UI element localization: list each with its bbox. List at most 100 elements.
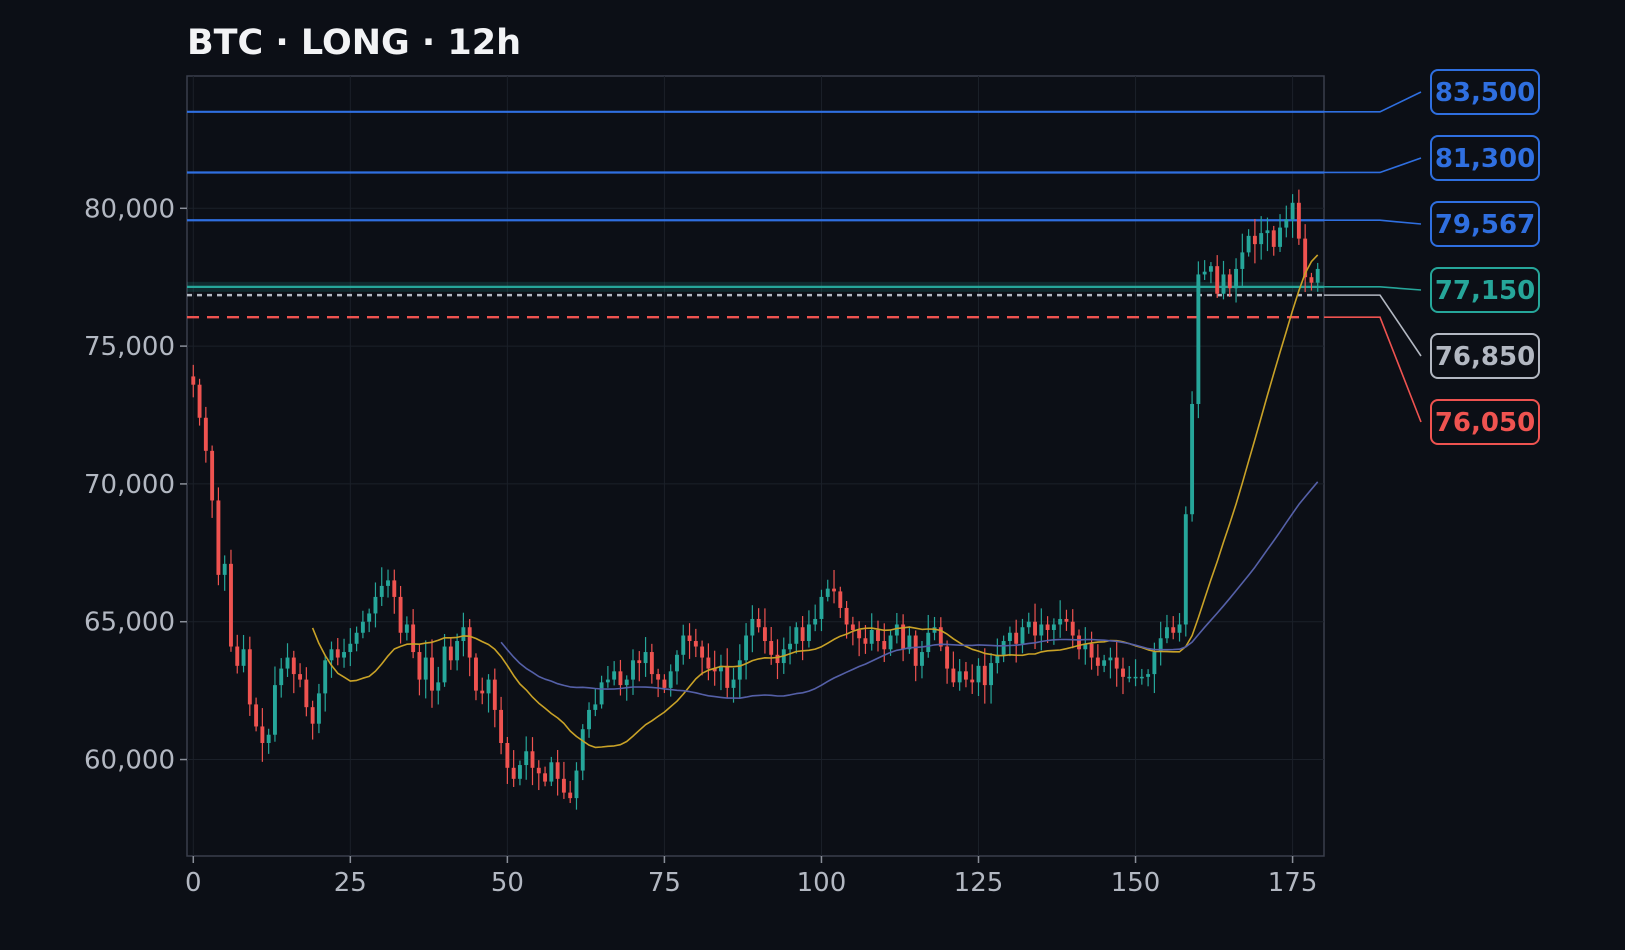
candle-body [882,641,887,650]
level-tag-label: 83,500 [1435,78,1535,108]
candle-body [260,726,265,743]
candle-body [354,632,359,644]
level-tag-label: 76,050 [1435,408,1535,438]
candle-body [894,624,899,636]
candle-body [819,596,824,619]
candle-body [1240,252,1245,269]
candle-body [348,643,353,653]
candle-body [1215,266,1220,294]
candle-body [668,671,673,688]
candle-body [624,679,629,686]
candle-body [580,729,585,771]
candle-body [1177,624,1182,633]
candle-body [1114,657,1119,669]
candle-body [587,709,591,730]
candle-body [1234,268,1239,289]
candle-body [524,751,529,766]
candle-body [191,376,196,385]
candle-body [455,641,460,661]
candle-body [1039,624,1044,636]
candle-body [1196,274,1201,404]
candle-body [492,679,497,710]
candle-body [863,638,868,644]
candle-body [436,682,441,691]
candle-body [291,657,296,675]
candle-body [1064,618,1069,622]
candle-body [241,649,246,666]
candle-body [222,563,227,575]
candle-body [599,682,604,705]
candle-body [825,588,830,597]
candle-body [1077,635,1081,650]
candle-body [197,384,202,418]
candle-body [989,663,994,686]
candle-body [285,657,290,669]
candle-body [235,646,240,666]
candle-body [1221,274,1226,294]
candle-body [360,621,365,633]
candle-body [1271,230,1276,247]
candle-body [618,671,623,686]
candle-body [1259,233,1264,245]
candle-body [568,792,573,799]
x-tick-label: 100 [797,868,847,898]
candle-body [555,762,560,779]
candle-body [706,657,711,669]
candle-body [656,674,661,680]
candle-body [731,679,736,688]
candle-body [1020,627,1025,644]
candle-body [392,580,397,597]
candle-body [1265,230,1270,234]
candle-body [1121,668,1125,677]
candle-body [612,671,617,680]
candle-body [480,690,485,694]
candle-body [976,665,981,683]
candle-body [700,646,705,658]
candle-body [430,657,434,691]
candle-body [1284,219,1289,228]
candle-body [1089,643,1094,658]
candle-body [850,624,855,630]
candle-body [1152,652,1157,675]
candle-body [744,635,749,661]
candle-body [1315,268,1320,283]
candle-body [913,635,918,666]
candle-body [963,671,968,680]
y-tick-label: 80,000 [84,194,175,224]
candle-body [631,660,635,680]
candle-body [593,704,598,710]
candle-body [1252,235,1257,245]
level-tag-label: 79,567 [1435,210,1535,240]
x-tick-label: 25 [334,868,367,898]
y-tick-label: 60,000 [84,746,175,776]
candle-body [1108,657,1113,661]
candle-body [247,649,252,705]
candle-body [1133,676,1138,679]
candle-body [229,563,233,647]
candle-body [335,649,340,658]
candle-body [511,767,516,779]
candle-body [574,770,579,799]
candle-body [920,652,924,666]
candle-body [1095,657,1100,666]
candle-body [549,762,554,782]
candle-body [888,635,893,650]
candle-body [832,588,836,592]
candle-body [499,709,504,743]
candle-body [662,679,667,688]
candle-body [813,618,818,625]
candle-body [316,693,321,724]
candle-body [1033,621,1037,636]
candle-body [737,660,742,680]
candle-body [1183,514,1188,625]
candle-body [769,641,774,655]
candle-body [536,767,541,774]
y-tick-label: 75,000 [84,332,175,362]
candle-body [675,654,679,672]
candle-body [323,660,328,694]
candle-body [637,660,642,664]
level-tag-label: 81,300 [1435,144,1535,174]
candle-body [869,629,874,644]
level-tag-label: 77,150 [1435,276,1535,306]
candle-body [1026,621,1031,628]
